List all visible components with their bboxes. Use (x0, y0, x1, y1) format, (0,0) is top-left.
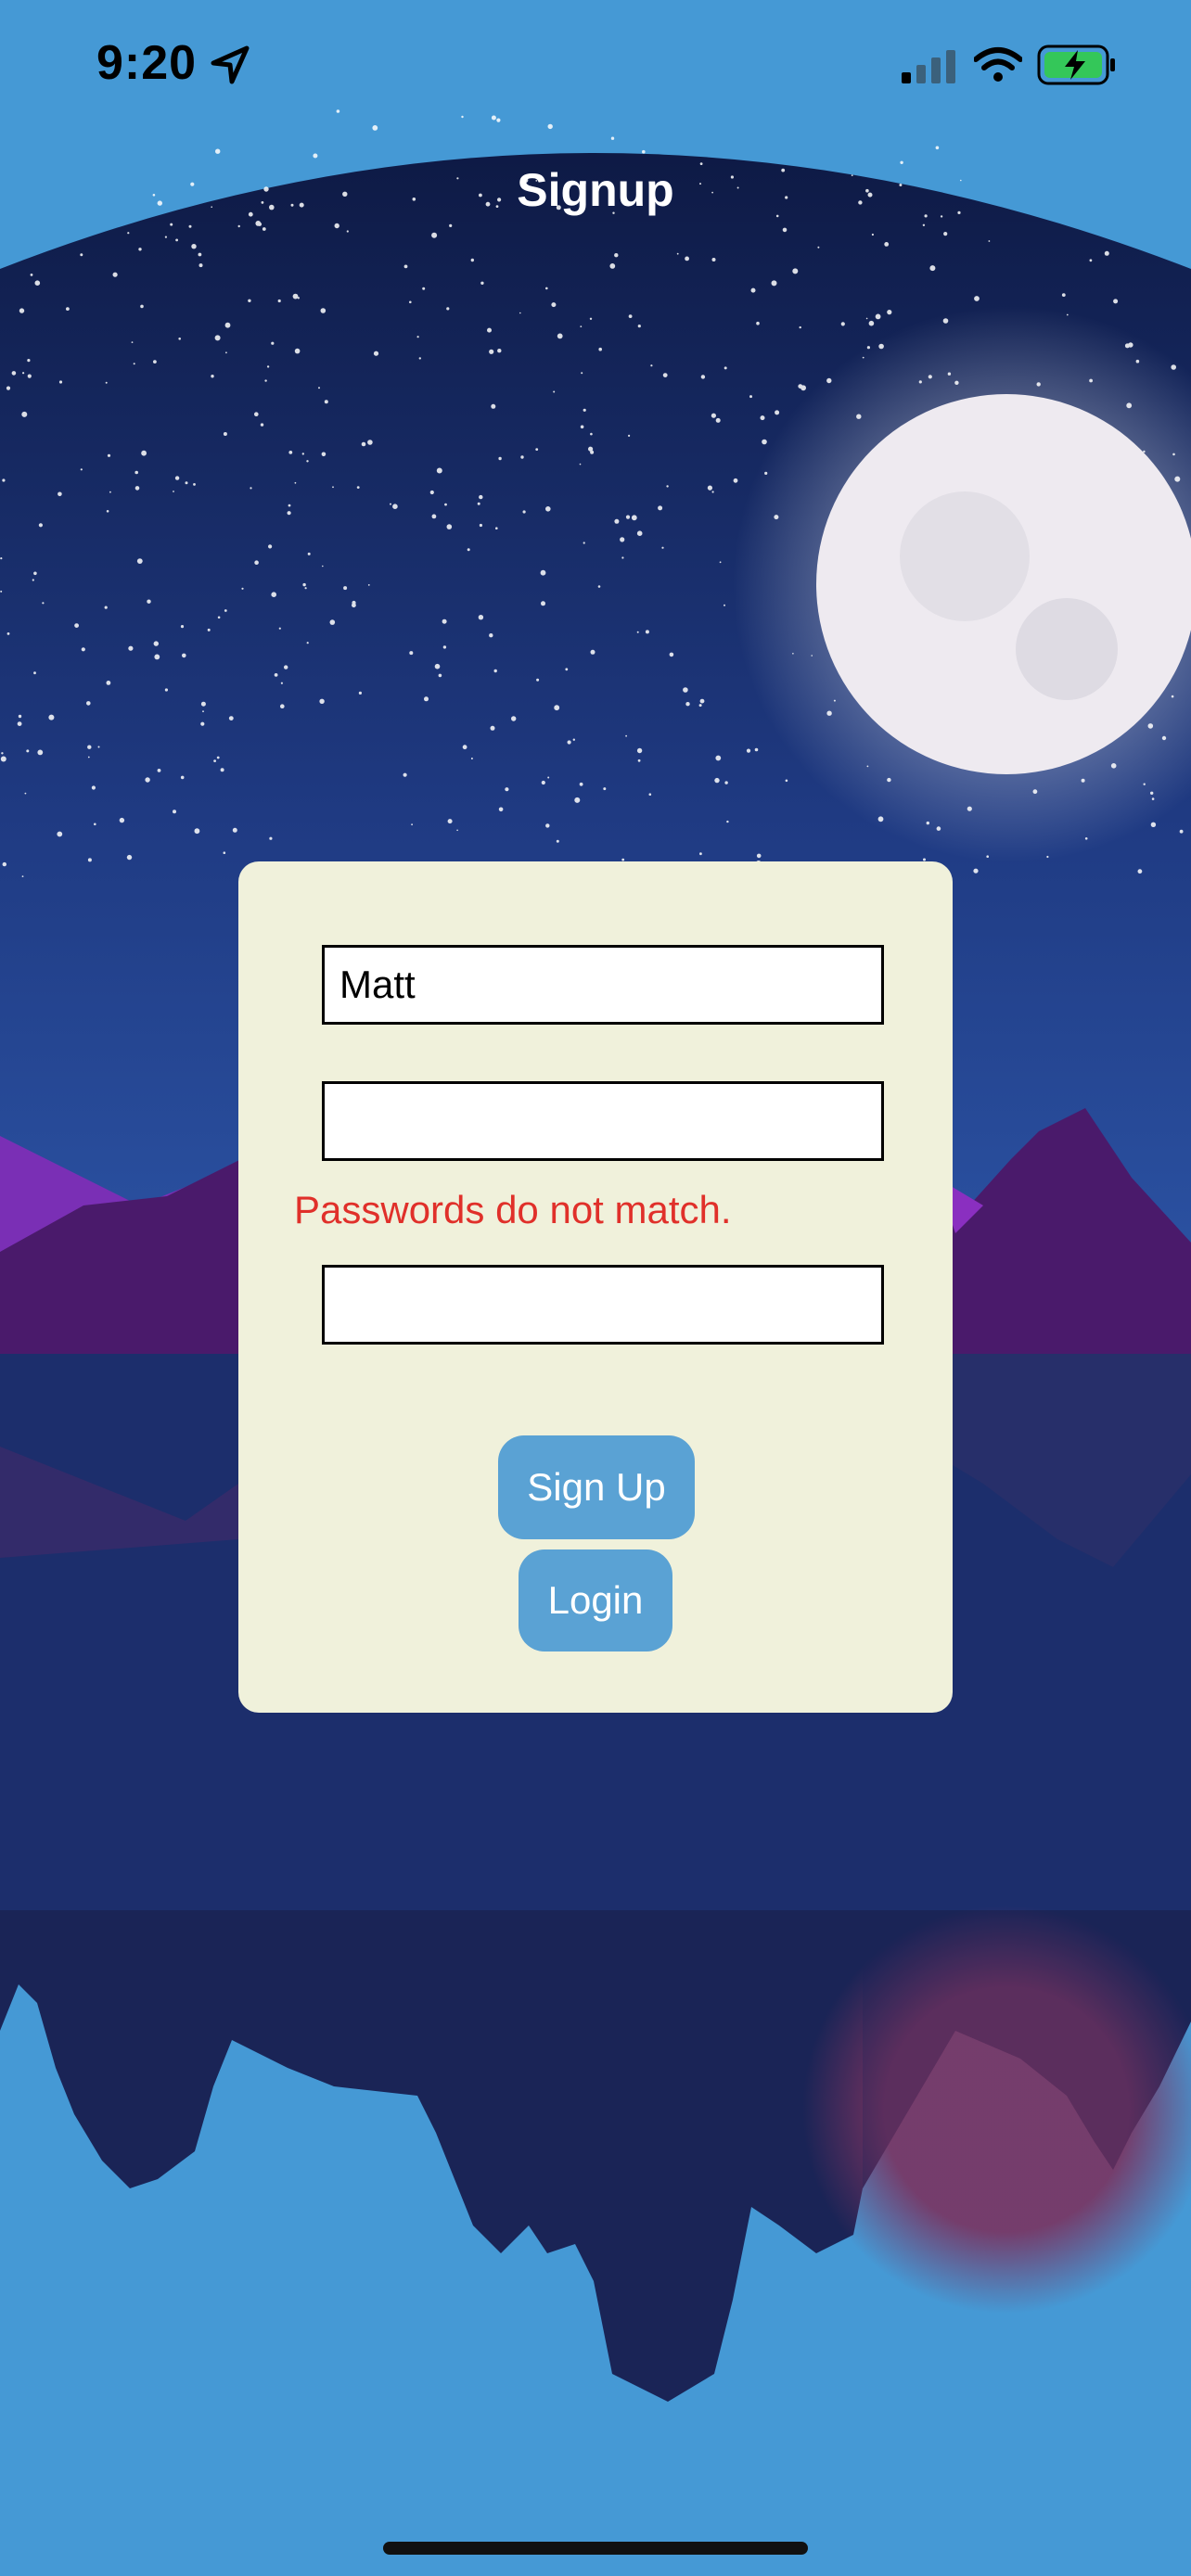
cellular-signal-icon (902, 50, 955, 83)
password-field[interactable] (322, 1081, 884, 1161)
confirm-password-field[interactable] (322, 1265, 884, 1345)
home-indicator[interactable] (383, 2542, 808, 2555)
login-button[interactable]: Login (519, 1549, 672, 1651)
sign-up-button[interactable]: Sign Up (498, 1435, 695, 1539)
status-time: 9:20 (96, 36, 198, 90)
location-arrow-icon (211, 45, 250, 84)
page-title: Signup (517, 164, 674, 216)
password-error-message: Passwords do not match. (294, 1188, 732, 1231)
signup-form-card: Passwords do not match. Sign Up Login (238, 861, 953, 1713)
battery-charging-icon (1037, 45, 1115, 85)
username-field[interactable] (322, 945, 884, 1025)
wifi-icon (974, 47, 1022, 82)
